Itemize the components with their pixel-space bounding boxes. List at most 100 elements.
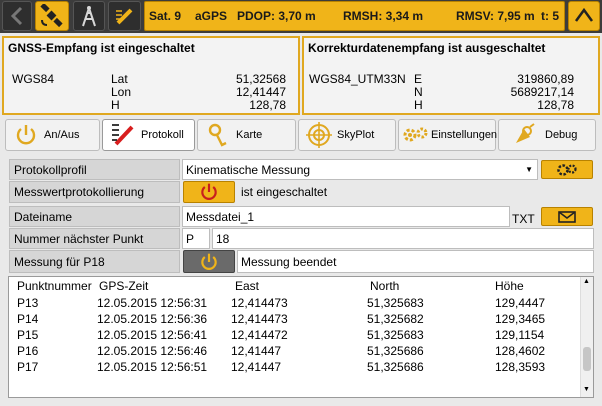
logging-toggle-button[interactable] xyxy=(183,181,235,203)
power-icon xyxy=(201,253,217,270)
next-point-label: Nummer nächster Punkt xyxy=(9,228,180,249)
mail-button[interactable] xyxy=(541,207,593,226)
positioning-mode: aGPS xyxy=(195,9,228,23)
correction-datum: WGS84_UTM33N xyxy=(309,72,406,86)
power-icon xyxy=(201,183,217,200)
lon-label: Lon xyxy=(111,85,132,99)
measure-label: Messung für P18 xyxy=(9,250,180,273)
chevron-up-icon xyxy=(574,7,594,22)
column-header[interactable]: Höhe xyxy=(495,279,524,293)
correction-status-title: Korrekturdatenempfang ist ausgeschaltet xyxy=(308,41,546,55)
tab-label: Karte xyxy=(236,129,263,141)
profile-value: Kinematische Messung xyxy=(186,162,311,177)
table-row[interactable]: P16 12.05.2015 12:56:46 12,41447 51,325686 1… xyxy=(9,343,581,359)
easting-value: 319860,89 xyxy=(517,72,574,86)
antenna-button[interactable] xyxy=(73,1,105,31)
gnss-reception-panel: GNSS-Empfang ist eingeschaltet WGS84 Lat… xyxy=(2,36,300,115)
gnss-datum: WGS84 xyxy=(12,72,55,86)
gnss-status-title: GNSS-Empfang ist eingeschaltet xyxy=(8,41,195,55)
satellite-button[interactable] xyxy=(35,1,69,31)
scroll-down-icon[interactable]: ▼ xyxy=(582,386,591,396)
table-cell: 129,1154 xyxy=(495,328,545,342)
edit-button[interactable] xyxy=(108,1,141,31)
table-cell: 129,3465 xyxy=(495,312,546,326)
table-cell: P17 xyxy=(17,360,39,374)
measure-status: Messung beendet xyxy=(237,250,594,273)
table-cell: 51,325683 xyxy=(367,328,424,342)
tab-an-aus[interactable]: An/Aus xyxy=(5,119,100,151)
table-cell: 12,41447 xyxy=(231,360,282,374)
rmsh-value: RMSH: 3,34 m xyxy=(343,9,424,23)
column-header[interactable]: East xyxy=(235,279,259,293)
table-cell: P15 xyxy=(17,328,39,342)
logging-label: Messwertprotokollierung xyxy=(9,181,180,203)
power-icon xyxy=(12,121,40,149)
scroll-up-icon[interactable]: ▲ xyxy=(582,278,591,288)
column-header[interactable]: Punktnummer xyxy=(17,279,92,293)
table-cell: P14 xyxy=(17,312,39,326)
tab-debug[interactable]: Debug xyxy=(498,119,596,151)
tab-label: Debug xyxy=(545,129,578,141)
lon-value: 12,41447 xyxy=(235,85,286,99)
table-row[interactable]: P14 12.05.2015 12:56:36 12,414473 51,325682… xyxy=(9,311,581,327)
bug-icon xyxy=(511,121,539,149)
tab-label: Einstellungen xyxy=(431,129,498,141)
table-cell: 128,3593 xyxy=(495,360,546,374)
crosshair-icon xyxy=(305,121,333,149)
table-cell: 51,325683 xyxy=(367,296,424,310)
collapse-button[interactable] xyxy=(568,1,600,31)
tab-karte[interactable]: Karte xyxy=(197,119,296,151)
filename-label: Dateiname xyxy=(9,206,180,227)
lat-label: Lat xyxy=(111,72,128,86)
table-cell: 128,4602 xyxy=(495,344,546,358)
pdop-value: PDOP: 3,70 m xyxy=(237,9,316,23)
point-prefix-input[interactable]: P xyxy=(182,228,210,249)
profile-select[interactable]: Kinematische Messung ▼ xyxy=(182,159,538,180)
table-cell: P13 xyxy=(17,296,39,310)
easting-label: E xyxy=(414,72,423,86)
table-cell: 51,325686 xyxy=(367,344,424,358)
table-cell: 12,414473 xyxy=(231,296,288,310)
gears-icon xyxy=(401,121,429,149)
back-button[interactable] xyxy=(2,1,32,31)
table-cell: 12,414472 xyxy=(231,328,288,342)
logging-status: ist eingeschaltet xyxy=(241,185,328,199)
height-value: 128,78 xyxy=(249,98,286,112)
table-cell: 12,41447 xyxy=(231,344,282,358)
table-cell: 51,325686 xyxy=(367,360,424,374)
time-value: t: 5 xyxy=(541,9,559,23)
point-number-input[interactable]: 18 xyxy=(212,228,594,249)
table-cell: 12.05.2015 12:56:36 xyxy=(97,312,208,326)
rmsv-value: RMSV: 7,95 m xyxy=(456,9,535,23)
protocol-icon xyxy=(109,121,137,149)
table-cell: P16 xyxy=(17,344,39,358)
tab-einstellungen[interactable]: Einstellungen xyxy=(398,119,498,151)
table-cell: 12.05.2015 12:56:46 xyxy=(97,344,208,358)
utm-height-value: 128,78 xyxy=(537,98,574,112)
scrollbar-thumb[interactable] xyxy=(583,347,591,371)
northing-value: 5689217,14 xyxy=(510,85,574,99)
table-row[interactable]: P15 12.05.2015 12:56:41 12,414472 51,325683… xyxy=(9,327,581,343)
profile-label: Protokollprofil xyxy=(9,159,180,180)
table-cell: 12.05.2015 12:56:51 xyxy=(97,360,208,374)
envelope-icon xyxy=(558,210,576,223)
tab-label: An/Aus xyxy=(44,129,80,141)
pencil-icon xyxy=(115,8,132,25)
profile-settings-button[interactable] xyxy=(541,160,593,179)
column-header[interactable]: GPS-Zeit xyxy=(99,279,148,293)
column-header[interactable]: North xyxy=(370,279,399,293)
measurement-table[interactable]: Punktnummer GPS-Zeit East North Höhe P13… xyxy=(8,276,594,398)
filename-input[interactable]: Messdatei_1 xyxy=(182,206,510,227)
table-row[interactable]: P17 12.05.2015 12:56:51 12,41447 51,325686 1… xyxy=(9,359,581,375)
tab-protokoll[interactable]: Protokoll xyxy=(102,119,195,151)
gears-icon xyxy=(557,163,577,176)
measure-toggle-button[interactable] xyxy=(183,250,235,273)
satellite-icon xyxy=(40,4,63,28)
table-scrollbar[interactable]: ▲ ▼ xyxy=(580,277,593,397)
table-cell: 51,325682 xyxy=(367,312,424,326)
map-pin-icon xyxy=(204,121,232,149)
table-row[interactable]: P13 12.05.2015 12:56:31 12,414473 51,325683… xyxy=(9,295,581,311)
table-cell: 129,4447 xyxy=(495,296,546,310)
tab-skyplot[interactable]: SkyPlot xyxy=(298,119,396,151)
table-cell: 12.05.2015 12:56:41 xyxy=(97,328,208,342)
